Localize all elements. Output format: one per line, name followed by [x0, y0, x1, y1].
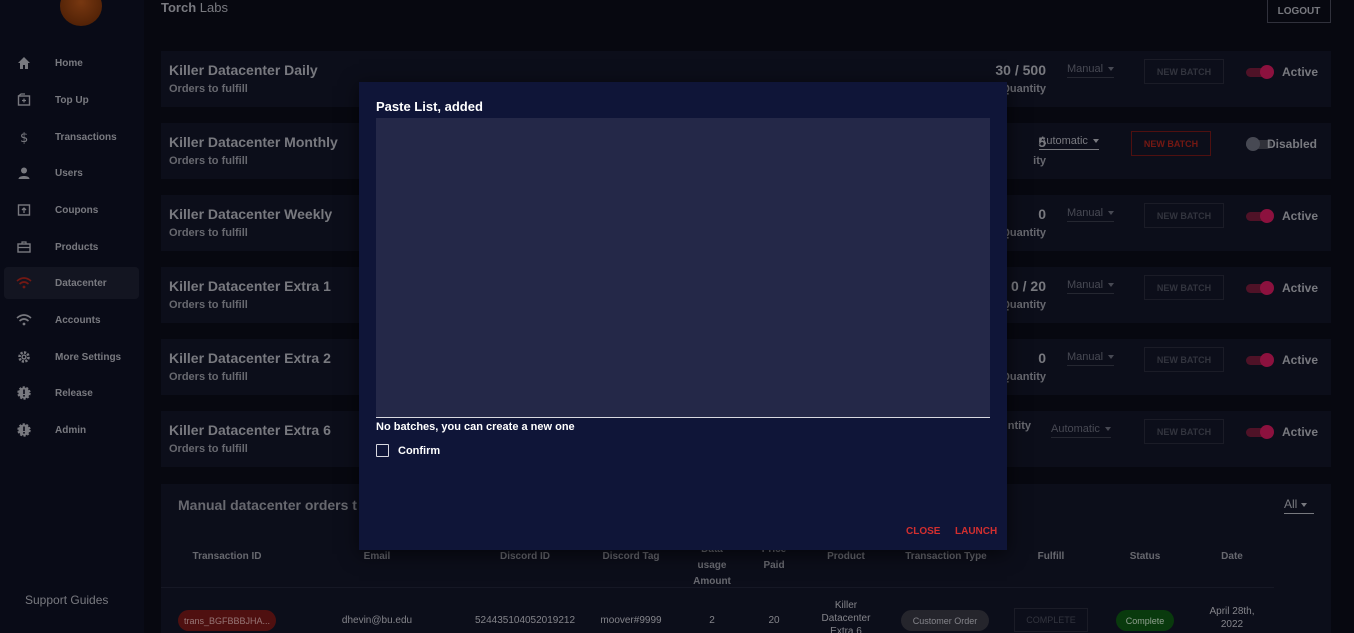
dialog-message: No batches, you can create a new one — [376, 421, 575, 433]
confirm-checkbox-row[interactable]: Confirm — [376, 444, 440, 457]
dialog-title: Paste List, added — [376, 99, 483, 114]
confirm-label: Confirm — [398, 444, 441, 457]
close-button[interactable]: CLOSE — [906, 526, 940, 537]
paste-list-textarea[interactable] — [376, 118, 990, 418]
launch-button[interactable]: LAUNCH — [955, 526, 997, 537]
confirm-checkbox[interactable] — [376, 444, 389, 457]
paste-list-dialog: Paste List, added No batches, you can cr… — [359, 82, 1007, 550]
